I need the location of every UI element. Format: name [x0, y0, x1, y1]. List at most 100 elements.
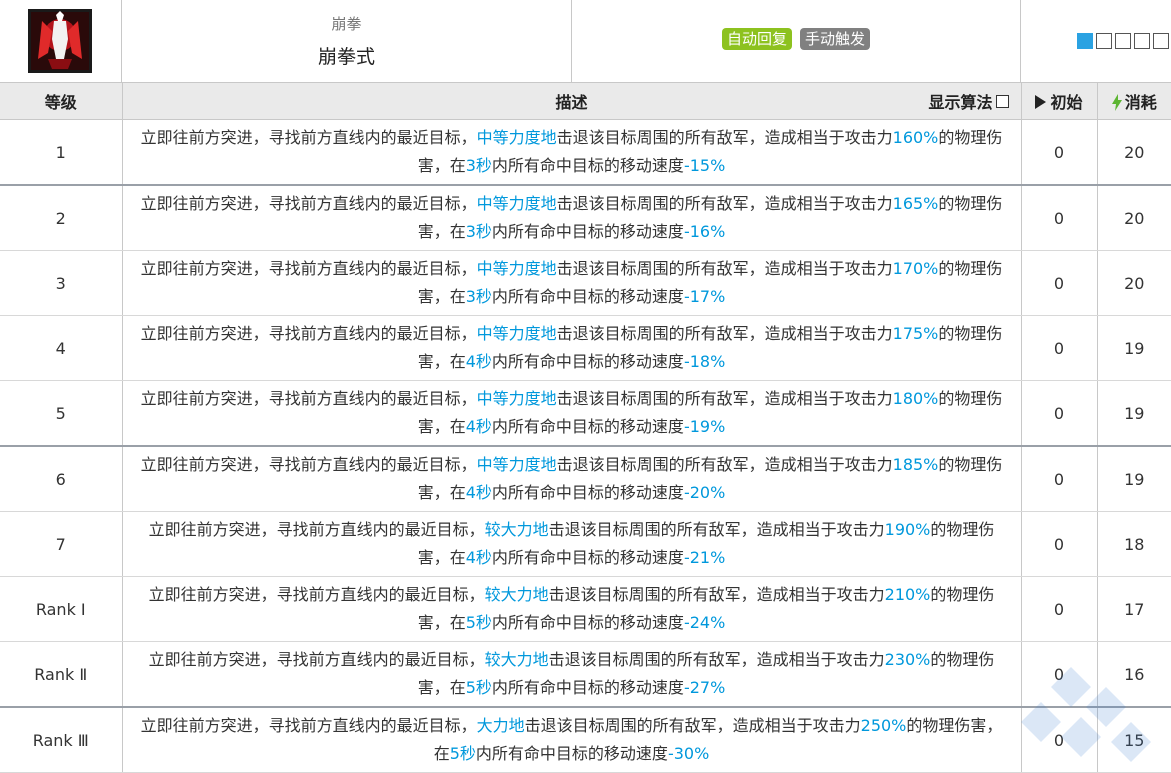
level-cell: 3	[0, 250, 123, 316]
cost-cell: 19	[1097, 446, 1171, 512]
desc-duration: 4秒	[465, 417, 492, 436]
skill-sub-name: 崩拳	[331, 15, 362, 33]
desc-atk: 175%	[892, 324, 939, 343]
desc-atk: 165%	[892, 194, 939, 213]
initial-cell: 0	[1021, 641, 1098, 708]
initial-cell: 0	[1021, 119, 1098, 186]
desc-force: 中等力度地	[476, 324, 557, 343]
table-row: 5 立即往前方突进，寻找前方直线内的最近目标，中等力度地击退该目标周围的所有敌军，…	[0, 380, 1171, 447]
table-row: 4 立即往前方突进，寻找前方直线内的最近目标，中等力度地击退该目标周围的所有敌军，…	[0, 315, 1171, 381]
cost-cell: 20	[1097, 250, 1171, 316]
desc-text: 立即往前方突进，寻找前方直线内的最近目标，	[140, 389, 477, 408]
desc-duration: 5秒	[465, 678, 492, 697]
desc-force: 大力地	[476, 716, 525, 735]
table-row: 2 立即往前方突进，寻找前方直线内的最近目标，中等力度地击退该目标周围的所有敌军，…	[0, 185, 1171, 251]
level-cell: 2	[0, 185, 123, 251]
header-cost-label: 消耗	[1124, 93, 1157, 112]
level-slot	[1153, 33, 1169, 49]
header-cost: 消耗	[1097, 83, 1171, 120]
level-slot	[1077, 33, 1093, 49]
skill-name: 崩拳式	[317, 46, 375, 68]
initial-cell: 0	[1021, 250, 1098, 316]
table-row: 3 立即往前方突进，寻找前方直线内的最近目标，中等力度地击退该目标周围的所有敌军，…	[0, 250, 1171, 316]
desc-duration: 5秒	[449, 744, 476, 763]
skill-icon-cell	[0, 0, 122, 82]
desc-text: 内所有命中目标的移动速度	[491, 156, 684, 175]
desc-duration: 3秒	[465, 156, 492, 175]
desc-cell: 立即往前方突进，寻找前方直线内的最近目标，中等力度地击退该目标周围的所有敌军，造…	[122, 119, 1022, 186]
initial-cell: 0	[1021, 446, 1098, 512]
desc-text: 击退该目标周围的所有敌军，造成相当于攻击力	[548, 520, 885, 539]
desc-force: 中等力度地	[476, 259, 557, 278]
desc-text: 内所有命中目标的移动速度	[491, 222, 684, 241]
desc-text: 击退该目标周围的所有敌军，造成相当于攻击力	[556, 389, 893, 408]
desc-text: 击退该目标周围的所有敌军，造成相当于攻击力	[548, 650, 885, 669]
desc-text: 立即往前方突进，寻找前方直线内的最近目标，	[140, 259, 477, 278]
desc-duration: 5秒	[465, 613, 492, 632]
level-slots	[1077, 33, 1169, 49]
level-cell: 5	[0, 380, 123, 447]
desc-duration: 3秒	[465, 222, 492, 241]
skill-level-table: 等级 描述 显示算法 初始 消耗 1 立即往前方突进，寻找前方直线内的最近目标，中…	[0, 83, 1171, 773]
desc-atk: 170%	[892, 259, 939, 278]
desc-text: 立即往前方突进，寻找前方直线内的最近目标，	[148, 585, 485, 604]
desc-text: 内所有命中目标的移动速度	[491, 483, 684, 502]
level-slots-cell	[1021, 0, 1171, 82]
desc-cell: 立即往前方突进，寻找前方直线内的最近目标，中等力度地击退该目标周围的所有敌军，造…	[122, 185, 1022, 251]
initial-cell: 0	[1021, 315, 1098, 381]
desc-text: 击退该目标周围的所有敌军，造成相当于攻击力	[556, 324, 893, 343]
desc-text: 内所有命中目标的移动速度	[491, 678, 684, 697]
desc-text: 立即往前方突进，寻找前方直线内的最近目标，	[140, 455, 477, 474]
tag-manual-trigger: 手动触发	[800, 28, 871, 50]
lightning-icon	[1111, 94, 1122, 111]
desc-atk: 190%	[884, 520, 931, 539]
desc-slow: -21%	[683, 548, 726, 567]
desc-text: 内所有命中目标的移动速度	[491, 548, 684, 567]
level-cell: 1	[0, 119, 123, 186]
desc-duration: 4秒	[465, 548, 492, 567]
show-formula-checkbox[interactable]	[995, 94, 1009, 108]
desc-text: 内所有命中目标的移动速度	[475, 744, 668, 763]
level-cell: 6	[0, 446, 123, 512]
desc-text: 击退该目标周围的所有敌军，造成相当于攻击力	[556, 259, 893, 278]
header-desc: 描述 显示算法	[122, 83, 1022, 120]
desc-atk: 230%	[884, 650, 931, 669]
desc-cell: 立即往前方突进，寻找前方直线内的最近目标，较大力地击退该目标周围的所有敌军，造成…	[122, 511, 1022, 577]
desc-slow: -19%	[683, 417, 726, 436]
skill-tags: 自动回复 手动触发	[572, 0, 1021, 82]
desc-duration: 3秒	[465, 287, 492, 306]
header-desc-label: 描述	[555, 93, 588, 112]
header-level: 等级	[0, 83, 123, 120]
table-row: 6 立即往前方突进，寻找前方直线内的最近目标，中等力度地击退该目标周围的所有敌军，…	[0, 446, 1171, 512]
desc-slow: -24%	[683, 613, 726, 632]
table-row: 1 立即往前方突进，寻找前方直线内的最近目标，中等力度地击退该目标周围的所有敌军，…	[0, 119, 1171, 186]
cost-cell: 19	[1097, 380, 1171, 447]
desc-slow: -15%	[683, 156, 726, 175]
desc-text: 击退该目标周围的所有敌军，造成相当于攻击力	[556, 194, 893, 213]
cost-cell: 16	[1097, 641, 1171, 708]
show-formula-toggle[interactable]: 显示算法	[928, 83, 1009, 119]
initial-cell: 0	[1021, 185, 1098, 251]
desc-atk: 160%	[892, 128, 939, 147]
desc-text: 立即往前方突进，寻找前方直线内的最近目标，	[140, 128, 477, 147]
play-icon	[1035, 95, 1047, 109]
desc-text: 立即往前方突进，寻找前方直线内的最近目标，	[140, 716, 477, 735]
skill-fist-icon	[28, 9, 92, 73]
desc-cell: 立即往前方突进，寻找前方直线内的最近目标，中等力度地击退该目标周围的所有敌军，造…	[122, 446, 1022, 512]
table-row: Rank Ⅰ 立即往前方突进，寻找前方直线内的最近目标，较大力地击退该目标周围的所…	[0, 576, 1171, 642]
desc-slow: -18%	[683, 352, 726, 371]
header-initial-label: 初始	[1050, 93, 1083, 112]
desc-duration: 4秒	[465, 352, 492, 371]
desc-slow: -17%	[683, 287, 726, 306]
desc-slow: -30%	[667, 744, 710, 763]
desc-text: 立即往前方突进，寻找前方直线内的最近目标，	[140, 324, 477, 343]
desc-cell: 立即往前方突进，寻找前方直线内的最近目标，中等力度地击退该目标周围的所有敌军，造…	[122, 380, 1022, 447]
desc-force: 中等力度地	[476, 455, 557, 474]
desc-cell: 立即往前方突进，寻找前方直线内的最近目标，中等力度地击退该目标周围的所有敌军，造…	[122, 250, 1022, 316]
level-slot	[1096, 33, 1112, 49]
desc-force: 中等力度地	[476, 128, 557, 147]
desc-text: 击退该目标周围的所有敌军，造成相当于攻击力	[524, 716, 861, 735]
desc-text: 击退该目标周围的所有敌军，造成相当于攻击力	[548, 585, 885, 604]
desc-text: 击退该目标周围的所有敌军，造成相当于攻击力	[556, 128, 893, 147]
show-formula-label: 显示算法	[928, 93, 993, 112]
